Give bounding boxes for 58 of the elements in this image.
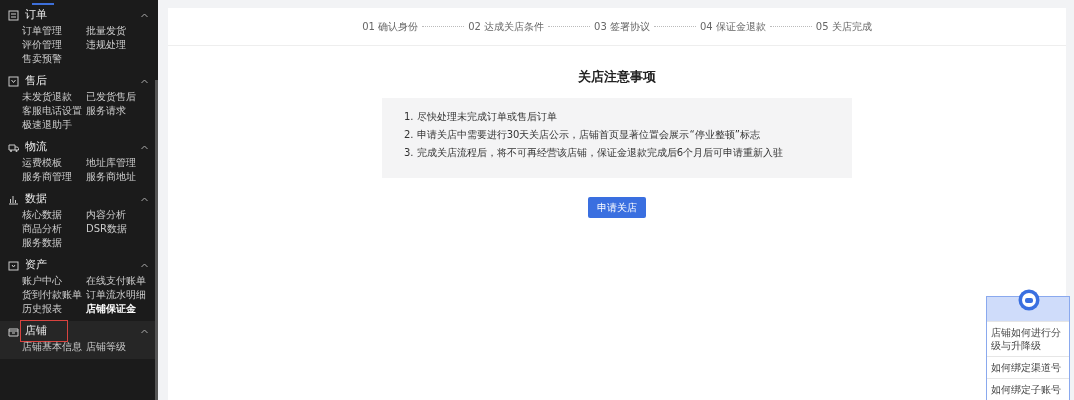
notice-title: 关店注意事项 (577, 68, 657, 86)
notice-item: 2. 申请关店中需要进行30天关店公示，店铺首页显著位置会展示“停业整顿”标志 (404, 127, 761, 142)
sidebar-item[interactable]: 服务商地址 (86, 170, 152, 184)
sidebar-item[interactable]: 服务请求 (86, 104, 152, 118)
caret-icon[interactable] (141, 78, 148, 84)
sidebar-item[interactable]: 店铺等级 (86, 340, 152, 354)
sidebar-item[interactable]: 批量发货 (86, 24, 152, 38)
sidebar-item[interactable]: 账户中心 (22, 274, 86, 288)
sidebar-item[interactable]: 核心数据 (22, 208, 86, 222)
step-label: 02 达成关店条件 (468, 20, 545, 34)
sidebar-item[interactable]: 违规处理 (86, 38, 152, 52)
sidebar-item[interactable]: 订单管理 (22, 24, 86, 38)
sidebar-item[interactable]: 历史报表 (22, 302, 86, 316)
step-label: 03 签署协议 (594, 20, 650, 34)
sidebar-item[interactable]: 售卖预警 (22, 52, 86, 66)
sidebar-item[interactable]: 货到付款账单 (22, 288, 86, 302)
notice-item: 3. 完成关店流程后，将不可再经营该店铺，保证金退款完成后6个月后可申请重新入驻 (404, 145, 785, 160)
notice-item: 1. 尽快处理未完成订单或售后订单 (404, 109, 558, 124)
sidebar-item[interactable]: 在线支付账单 (86, 274, 152, 288)
caret-icon[interactable] (141, 144, 148, 150)
sidebar-section-title[interactable]: 售后 (23, 72, 49, 90)
sidebar-item[interactable]: 服务数据 (22, 236, 86, 250)
step-label: 05 关店完成 (815, 20, 872, 34)
truck-icon (8, 141, 19, 153)
caret-icon[interactable] (141, 12, 148, 18)
sidebar-section-title[interactable]: 物流 (23, 138, 49, 156)
sidebar-item[interactable]: 地址库管理 (86, 156, 152, 170)
sidebar-item[interactable]: 订单流水明细 (86, 288, 152, 302)
sidebar-section-title[interactable]: 数据 (23, 190, 49, 208)
help-question-link[interactable]: 如何绑定子账号 (987, 378, 1069, 400)
sidebar-item[interactable]: 客服电话设置 (22, 104, 86, 118)
bar-chart-icon (8, 193, 19, 205)
sidebar-item[interactable]: 运费模板 (22, 156, 86, 170)
wallet-icon (8, 259, 19, 271)
sidebar-item[interactable]: 店铺基本信息 (22, 340, 86, 354)
shop-icon (8, 325, 19, 337)
sidebar-item[interactable]: 内容分析 (86, 208, 152, 222)
caret-icon[interactable] (141, 196, 148, 202)
sidebar-section-title[interactable]: 资产 (23, 256, 49, 274)
sidebar-item[interactable]: 极速退助手 (22, 118, 86, 132)
sidebar-item[interactable]: 评价管理 (22, 38, 86, 52)
sidebar-item[interactable]: 已发货售后 (86, 90, 152, 104)
sidebar-item[interactable]: 商品分析 (22, 222, 86, 236)
help-question-link[interactable]: 如何绑定渠道号 (987, 356, 1069, 378)
help-question-link[interactable]: 店铺如何进行分级与升降级 (987, 321, 1069, 356)
sidebar-section-title[interactable]: 店铺 (23, 322, 65, 340)
step-label: 01 确认身份 (362, 20, 419, 34)
step-label: 04 保证金退款 (699, 20, 766, 34)
caret-icon[interactable] (141, 328, 148, 334)
box-icon (8, 75, 19, 87)
sidebar-item[interactable]: DSR数据 (86, 222, 152, 236)
sidebar-item[interactable]: 未发货退款 (22, 90, 86, 104)
apply-close-store-button[interactable]: 申请关店 (588, 196, 646, 218)
sidebar-item[interactable]: 店铺保证金 (86, 302, 152, 316)
list-icon (8, 9, 19, 21)
sidebar-section-title[interactable]: 订单 (23, 6, 49, 24)
sidebar-item[interactable]: 服务商管理 (22, 170, 86, 184)
caret-icon[interactable] (141, 262, 148, 268)
